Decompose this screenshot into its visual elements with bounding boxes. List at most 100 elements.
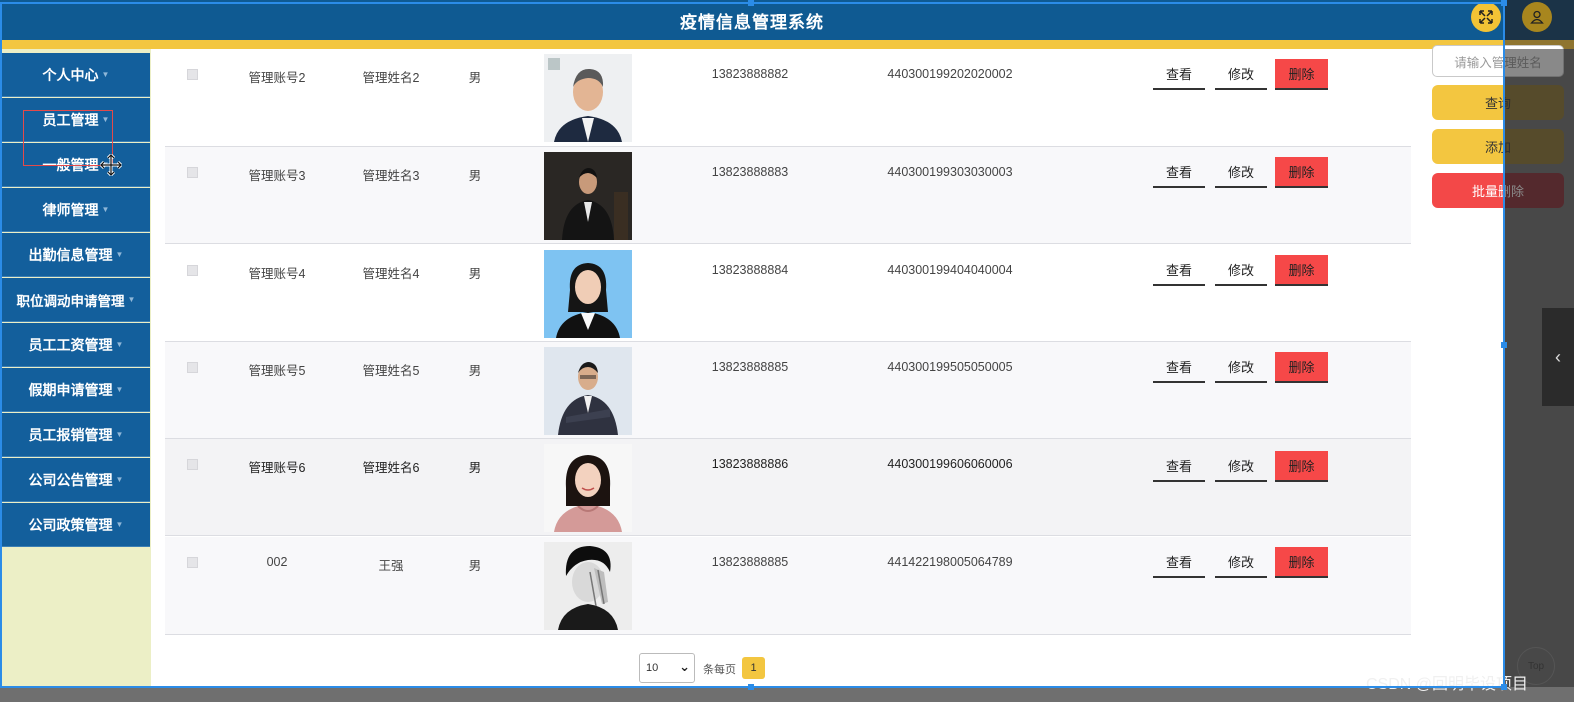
cell-id-number: 440300199303030003	[887, 165, 1013, 179]
employee-photo	[544, 152, 632, 240]
cell-name: 管理姓名5	[362, 364, 420, 378]
sidebar-item-label: 公司公告管理	[28, 471, 113, 488]
page-size-select[interactable]: 10 ⌄	[639, 653, 695, 683]
cell-account: 002	[266, 555, 288, 569]
back-to-top-label: Top	[1527, 660, 1545, 672]
chevron-down-icon: ⌄	[679, 659, 690, 674]
sidebar-item-label: 个人中心	[42, 66, 99, 83]
cell-id-number: 441422198005064789	[887, 555, 1013, 569]
sidebar-item-attendance[interactable]: 出勤信息管理 ▼	[2, 233, 150, 277]
row-checkbox[interactable]	[187, 459, 198, 470]
page-number-current[interactable]: 1	[742, 657, 765, 679]
table-row: 管理账号5 管理姓名5 男 13823888885 44030019950505…	[165, 342, 1411, 439]
cell-name: 管理姓名2	[362, 71, 420, 85]
sidebar-item-reimbursement[interactable]: 员工报销管理 ▼	[2, 413, 150, 457]
resize-handle[interactable]	[1501, 684, 1507, 690]
cell-account: 管理账号3	[248, 169, 306, 183]
sidebar-item-label: 律师管理	[42, 201, 99, 218]
caret-down-icon: ▼	[115, 430, 124, 439]
view-button[interactable]: 查看	[1153, 451, 1205, 482]
cell-account: 管理账号6	[248, 461, 306, 475]
cell-sex: 男	[468, 267, 482, 281]
caret-down-icon: ▼	[101, 205, 110, 214]
sidebar-item-lawyer[interactable]: 律师管理 ▼	[2, 188, 150, 232]
table-row: 管理账号3 管理姓名3 男 13823888883 44030019930303…	[165, 147, 1411, 244]
view-button[interactable]: 查看	[1153, 352, 1205, 383]
cell-sex: 男	[468, 559, 482, 573]
edit-button[interactable]: 修改	[1215, 59, 1267, 90]
fullscreen-icon[interactable]	[1471, 2, 1501, 32]
cell-id-number: 440300199606060006	[887, 457, 1013, 471]
table-row: 管理账号4 管理姓名4 男 13823888884 44030019940404…	[165, 245, 1411, 342]
cell-name: 管理姓名3	[362, 169, 420, 183]
cell-id-number: 440300199404040004	[887, 263, 1013, 277]
edit-button[interactable]: 修改	[1215, 451, 1267, 482]
delete-button[interactable]: 删除	[1275, 451, 1328, 482]
delete-button[interactable]: 删除	[1275, 255, 1328, 286]
cell-name: 管理姓名6	[362, 461, 420, 475]
edit-button[interactable]: 修改	[1215, 547, 1267, 578]
resize-handle[interactable]	[748, 684, 754, 690]
cell-id-number: 440300199202020002	[887, 67, 1013, 81]
caret-down-icon: ▼	[115, 385, 124, 394]
edit-button[interactable]: 修改	[1215, 255, 1267, 286]
top-bar: 疫情信息管理系统	[0, 0, 1574, 40]
cell-phone: 13823888885	[711, 360, 789, 374]
resize-handle[interactable]	[748, 0, 754, 6]
collapse-panel-tab[interactable]: ‹	[1542, 308, 1574, 406]
cell-name: 管理姓名4	[362, 267, 420, 281]
sidebar-item-transfer-request[interactable]: 职位调动申请管理 ▼	[2, 278, 150, 322]
row-checkbox[interactable]	[187, 69, 198, 80]
cell-phone: 13823888886	[711, 457, 789, 471]
caret-down-icon: ▼	[101, 70, 110, 79]
view-button[interactable]: 查看	[1153, 547, 1205, 578]
caret-down-icon: ▼	[115, 475, 124, 484]
sidebar-item-label: 公司政策管理	[28, 516, 113, 533]
resize-handle[interactable]	[1501, 342, 1507, 348]
cell-sex: 男	[468, 461, 482, 475]
cell-phone: 13823888883	[711, 165, 789, 179]
header-accent-strip	[0, 40, 1504, 49]
row-checkbox[interactable]	[187, 265, 198, 276]
sidebar-item-label: 员工工资管理	[28, 336, 113, 353]
page-size-value: 10	[646, 662, 659, 674]
cell-sex: 男	[468, 364, 482, 378]
edit-button[interactable]: 修改	[1215, 157, 1267, 188]
sidebar-item-label: 职位调动申请管理	[16, 293, 125, 309]
employee-photo	[544, 250, 632, 338]
view-button[interactable]: 查看	[1153, 255, 1205, 286]
cell-account: 管理账号2	[248, 71, 306, 85]
view-button[interactable]: 查看	[1153, 157, 1205, 188]
sidebar-item-salary[interactable]: 员工工资管理 ▼	[2, 323, 150, 367]
sidebar-item-leave[interactable]: 假期申请管理 ▼	[2, 368, 150, 412]
cell-name: 王强	[378, 559, 404, 573]
cell-sex: 男	[468, 71, 482, 85]
caret-down-icon: ▼	[115, 250, 124, 259]
user-icon[interactable]	[1522, 2, 1552, 32]
sidebar-item-policy[interactable]: 公司政策管理 ▼	[2, 503, 150, 547]
table-row: 管理账号2 管理姓名2 男 13823888882 44030019920202…	[165, 49, 1411, 147]
per-page-label: 条每页	[703, 664, 736, 676]
edit-button[interactable]: 修改	[1215, 352, 1267, 383]
table-row: 002 王强 男 13823888885 441422198005064789 …	[165, 537, 1411, 635]
sidebar-item-announcement[interactable]: 公司公告管理 ▼	[2, 458, 150, 502]
delete-button[interactable]: 删除	[1275, 547, 1328, 578]
row-checkbox[interactable]	[187, 362, 198, 373]
view-button[interactable]: 查看	[1153, 59, 1205, 90]
employee-photo	[544, 347, 632, 435]
cell-account: 管理账号4	[248, 267, 306, 281]
row-checkbox[interactable]	[187, 167, 198, 178]
resize-handle[interactable]	[1501, 0, 1507, 6]
row-checkbox[interactable]	[187, 557, 198, 568]
employee-photo	[544, 542, 632, 630]
sidebar-item-personal-center[interactable]: 个人中心 ▼	[2, 53, 150, 97]
delete-button[interactable]: 删除	[1275, 352, 1328, 383]
cell-sex: 男	[468, 169, 482, 183]
bottom-dim-overlay	[0, 687, 1574, 702]
main-content: 管理账号2 管理姓名2 男 13823888882 44030019920202…	[151, 49, 1504, 687]
delete-button[interactable]: 删除	[1275, 157, 1328, 188]
delete-button[interactable]: 删除	[1275, 59, 1328, 90]
caret-down-icon: ▼	[115, 520, 124, 529]
chevron-left-icon: ‹	[1555, 346, 1561, 367]
sidebar-item-label: 员工报销管理	[28, 426, 113, 443]
